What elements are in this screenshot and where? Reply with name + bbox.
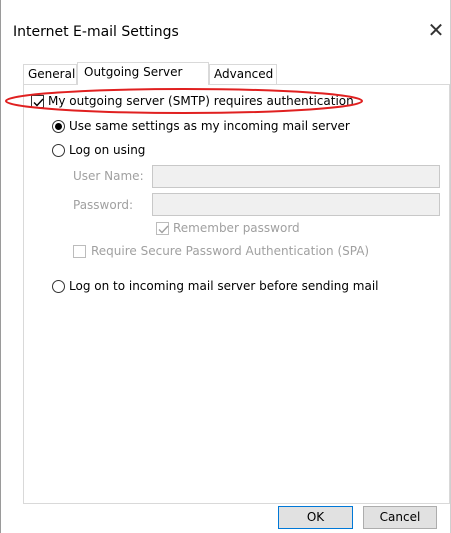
close-icon[interactable]: ✕: [425, 19, 447, 41]
log-on-using-radio[interactable]: [52, 144, 65, 157]
remember-password-label[interactable]: Remember password: [173, 221, 300, 235]
spa-checkbox[interactable]: [73, 245, 86, 258]
ok-button[interactable]: OK: [278, 506, 353, 529]
use-same-settings-label[interactable]: Use same settings as my incoming mail se…: [69, 119, 350, 133]
password-field[interactable]: [152, 193, 440, 216]
tab-general[interactable]: General: [23, 64, 77, 84]
remember-password-checkbox[interactable]: [156, 222, 169, 235]
log-on-incoming-label[interactable]: Log on to incoming mail server before se…: [69, 279, 379, 293]
log-on-using-label[interactable]: Log on using: [69, 143, 145, 157]
tab-outgoing-server[interactable]: Outgoing Server: [77, 62, 209, 85]
use-same-settings-radio[interactable]: [52, 120, 65, 133]
password-label: Password:: [73, 198, 134, 212]
title-bar: Internet E-mail Settings ✕: [1, 0, 450, 60]
log-on-incoming-radio[interactable]: [52, 280, 65, 293]
red-highlight-ellipse: [5, 88, 363, 114]
internet-email-settings-dialog: Internet E-mail Settings ✕ General Outgo…: [0, 0, 451, 533]
cancel-button[interactable]: Cancel: [363, 506, 437, 529]
radio-selected-dot: [55, 123, 62, 130]
tab-advanced[interactable]: Advanced: [209, 64, 277, 84]
user-name-field[interactable]: [152, 165, 440, 188]
checkmark-icon: [158, 225, 169, 234]
user-name-label: User Name:: [73, 169, 144, 183]
spa-label[interactable]: Require Secure Password Authentication (…: [91, 244, 369, 258]
window-title: Internet E-mail Settings: [13, 24, 179, 40]
